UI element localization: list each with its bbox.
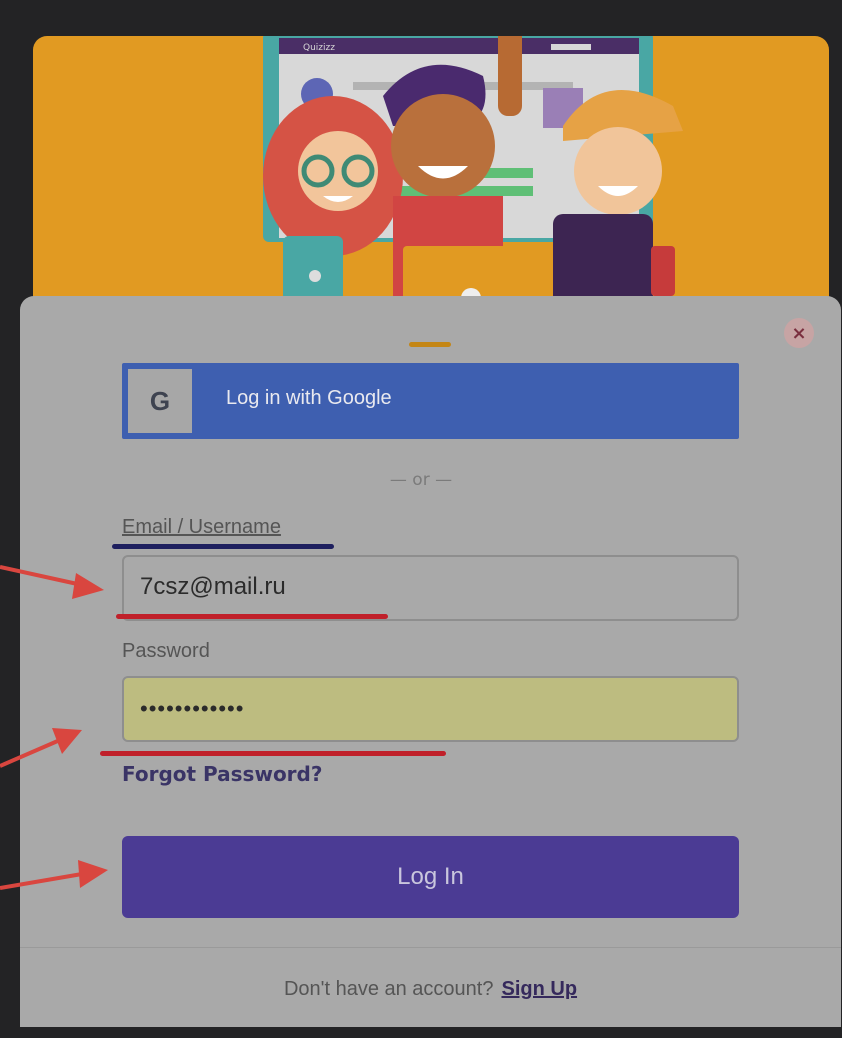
- login-button[interactable]: Log In: [122, 836, 739, 918]
- students-illustration: Quizizz: [263, 36, 683, 336]
- modal-footer: Don't have an account? Sign Up: [20, 947, 841, 1027]
- google-icon-letter: G: [149, 385, 171, 416]
- annotation-arrow-icon: [0, 728, 82, 768]
- footer-text: Don't have an account? Sign Up: [20, 978, 841, 1001]
- password-underline: [100, 751, 446, 756]
- google-login-button[interactable]: G Log in with Google: [122, 363, 739, 439]
- signup-link[interactable]: Sign Up: [501, 978, 577, 1000]
- close-icon[interactable]: ×: [784, 318, 814, 348]
- google-g-icon: G: [128, 369, 192, 433]
- email-field[interactable]: 7csz@mail.ru: [122, 555, 739, 621]
- annotation-arrow-icon: [0, 860, 108, 890]
- footer-prompt: Don't have an account?: [283, 978, 494, 1000]
- email-value: 7csz@mail.ru: [140, 573, 286, 600]
- google-login-label: Log in with Google: [226, 387, 392, 409]
- password-label: Password: [122, 640, 210, 662]
- annotation-arrow-icon: [0, 565, 104, 599]
- email-value-underline: [116, 614, 388, 619]
- password-value: ••••••••••••: [140, 696, 245, 721]
- brand-text: Quizizz: [303, 43, 335, 53]
- or-divider: — or —: [389, 470, 453, 490]
- drag-handle[interactable]: [409, 342, 451, 347]
- password-field[interactable]: ••••••••••••: [122, 676, 739, 742]
- hero-banner: Quizizz: [33, 36, 829, 336]
- email-label-underline: [112, 544, 334, 549]
- email-label: Email / Username: [122, 516, 281, 538]
- forgot-password-link[interactable]: Forgot Password?: [122, 762, 322, 786]
